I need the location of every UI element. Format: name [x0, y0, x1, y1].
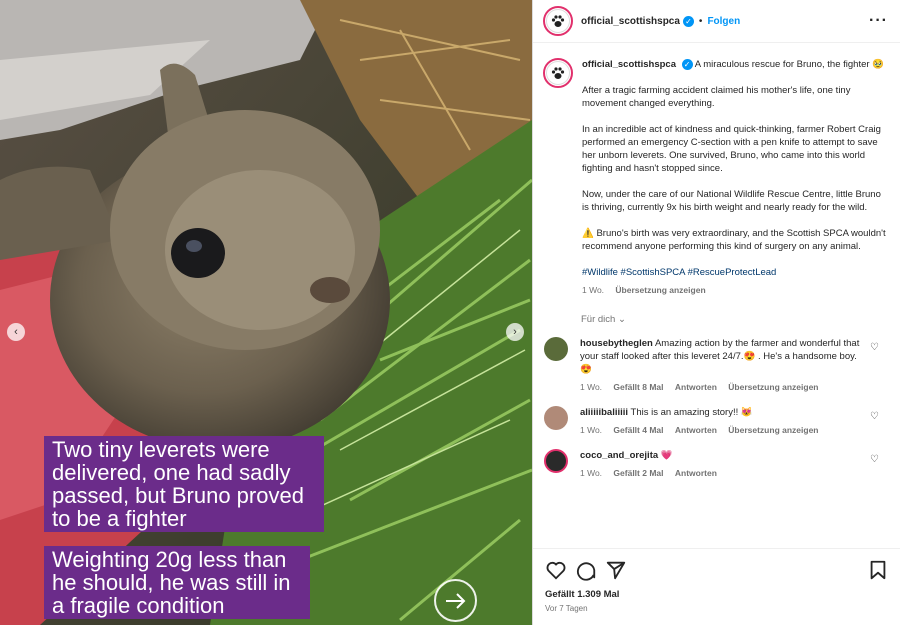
caption-age: 1 Wo.	[582, 285, 605, 295]
heart-icon[interactable]: ♡	[870, 411, 879, 422]
comment-icon[interactable]	[575, 559, 597, 581]
action-bar	[545, 559, 889, 581]
commenter-avatar[interactable]	[544, 406, 568, 430]
comment-item: coco_and_orejita 💗 1 Wo. Gefällt 2 Mal A…	[543, 449, 887, 480]
comment-likes[interactable]: Gefällt 4 Mal	[613, 425, 663, 435]
share-icon[interactable]	[605, 559, 627, 581]
caption-avatar[interactable]	[543, 58, 573, 88]
translate-link[interactable]: Übersetzung anzeigen	[728, 382, 818, 392]
bookmark-icon[interactable]	[867, 559, 889, 581]
translate-link[interactable]: Übersetzung anzeigen	[615, 285, 705, 295]
comment-username[interactable]: aliiiiibaliiiii	[580, 407, 628, 418]
more-options-icon[interactable]: ···	[869, 12, 888, 30]
next-slide-button[interactable]: ›	[506, 323, 524, 341]
post-time: Vor 7 Tagen	[545, 604, 588, 613]
caption-paragraph: ⚠️ Bruno's birth was very extraordinary,…	[582, 228, 886, 252]
caption-meta: 1 Wo. Übersetzung anzeigen	[582, 284, 887, 297]
comment-username[interactable]: coco_and_orejita	[580, 450, 658, 461]
verified-icon: ✓	[682, 15, 694, 27]
paw-icon	[551, 66, 565, 79]
arrow-right-icon	[445, 592, 465, 609]
caption-headline: A miraculous rescue for Bruno, the fight…	[694, 59, 884, 70]
heart-icon[interactable]: ♡	[870, 342, 879, 353]
commenter-avatar[interactable]	[544, 449, 568, 473]
comment-age: 1 Wo.	[580, 425, 603, 435]
comment-text: This is an amazing story!! 😻	[630, 407, 753, 418]
comment-text: 💗	[660, 450, 673, 461]
post-caption: official_scottishspca ✓ A miraculous res…	[543, 58, 887, 297]
comment-item: housebytheglen Amazing action by the far…	[543, 337, 887, 394]
comment-username[interactable]: housebytheglen	[580, 338, 653, 349]
post-media[interactable]: Two tiny leverets were delivered, one ha…	[0, 0, 532, 625]
comments-scroll-area[interactable]: official_scottishspca ✓ A miraculous res…	[533, 44, 900, 547]
account-avatar[interactable]	[543, 6, 573, 36]
for-you-toggle[interactable]: Für dich ⌄	[581, 314, 887, 325]
likes-count[interactable]: Gefällt 1.309 Mal	[545, 589, 889, 600]
hashtags[interactable]: #Wildlife #ScottishSPCA #RescueProtectLe…	[582, 266, 887, 279]
post-panel: official_scottishspca ✓ • Folgen ··· off…	[532, 0, 900, 625]
post-header: official_scottishspca ✓ • Folgen ···	[533, 0, 900, 43]
header-username[interactable]: official_scottishspca	[581, 16, 680, 27]
play-next-button[interactable]	[434, 579, 477, 622]
caption-paragraph: Now, under the care of our National Wild…	[582, 189, 881, 213]
reply-button[interactable]: Antworten	[675, 468, 717, 478]
reply-button[interactable]: Antworten	[675, 425, 717, 435]
caption-username[interactable]: official_scottishspca	[582, 59, 676, 70]
post-footer: Gefällt 1.309 Mal Vor 7 Tagen	[533, 548, 900, 625]
comment-age: 1 Wo.	[580, 382, 603, 392]
follow-button[interactable]: Folgen	[707, 16, 740, 27]
paw-icon	[551, 14, 565, 27]
caption-paragraph: After a tragic farming accident claimed …	[582, 85, 851, 109]
like-heart-icon[interactable]	[545, 559, 567, 581]
separator: •	[698, 15, 703, 27]
media-caption-2: Weighting 20g less than he should, he wa…	[44, 546, 310, 619]
translate-link[interactable]: Übersetzung anzeigen	[728, 425, 818, 435]
comment-likes[interactable]: Gefällt 2 Mal	[613, 468, 663, 478]
verified-icon: ✓	[681, 58, 693, 70]
commenter-avatar[interactable]	[544, 337, 568, 361]
media-caption-1: Two tiny leverets were delivered, one ha…	[44, 436, 324, 532]
comment-item: aliiiiibaliiiii This is an amazing story…	[543, 406, 887, 437]
heart-icon[interactable]: ♡	[870, 454, 879, 465]
comment-likes[interactable]: Gefällt 8 Mal	[613, 382, 663, 392]
chevron-left-icon: ‹	[14, 326, 18, 338]
chevron-right-icon: ›	[513, 326, 517, 338]
reply-button[interactable]: Antworten	[675, 382, 717, 392]
comment-age: 1 Wo.	[580, 468, 603, 478]
caption-paragraph: In an incredible act of kindness and qui…	[582, 124, 881, 174]
previous-slide-button[interactable]: ‹	[7, 323, 25, 341]
